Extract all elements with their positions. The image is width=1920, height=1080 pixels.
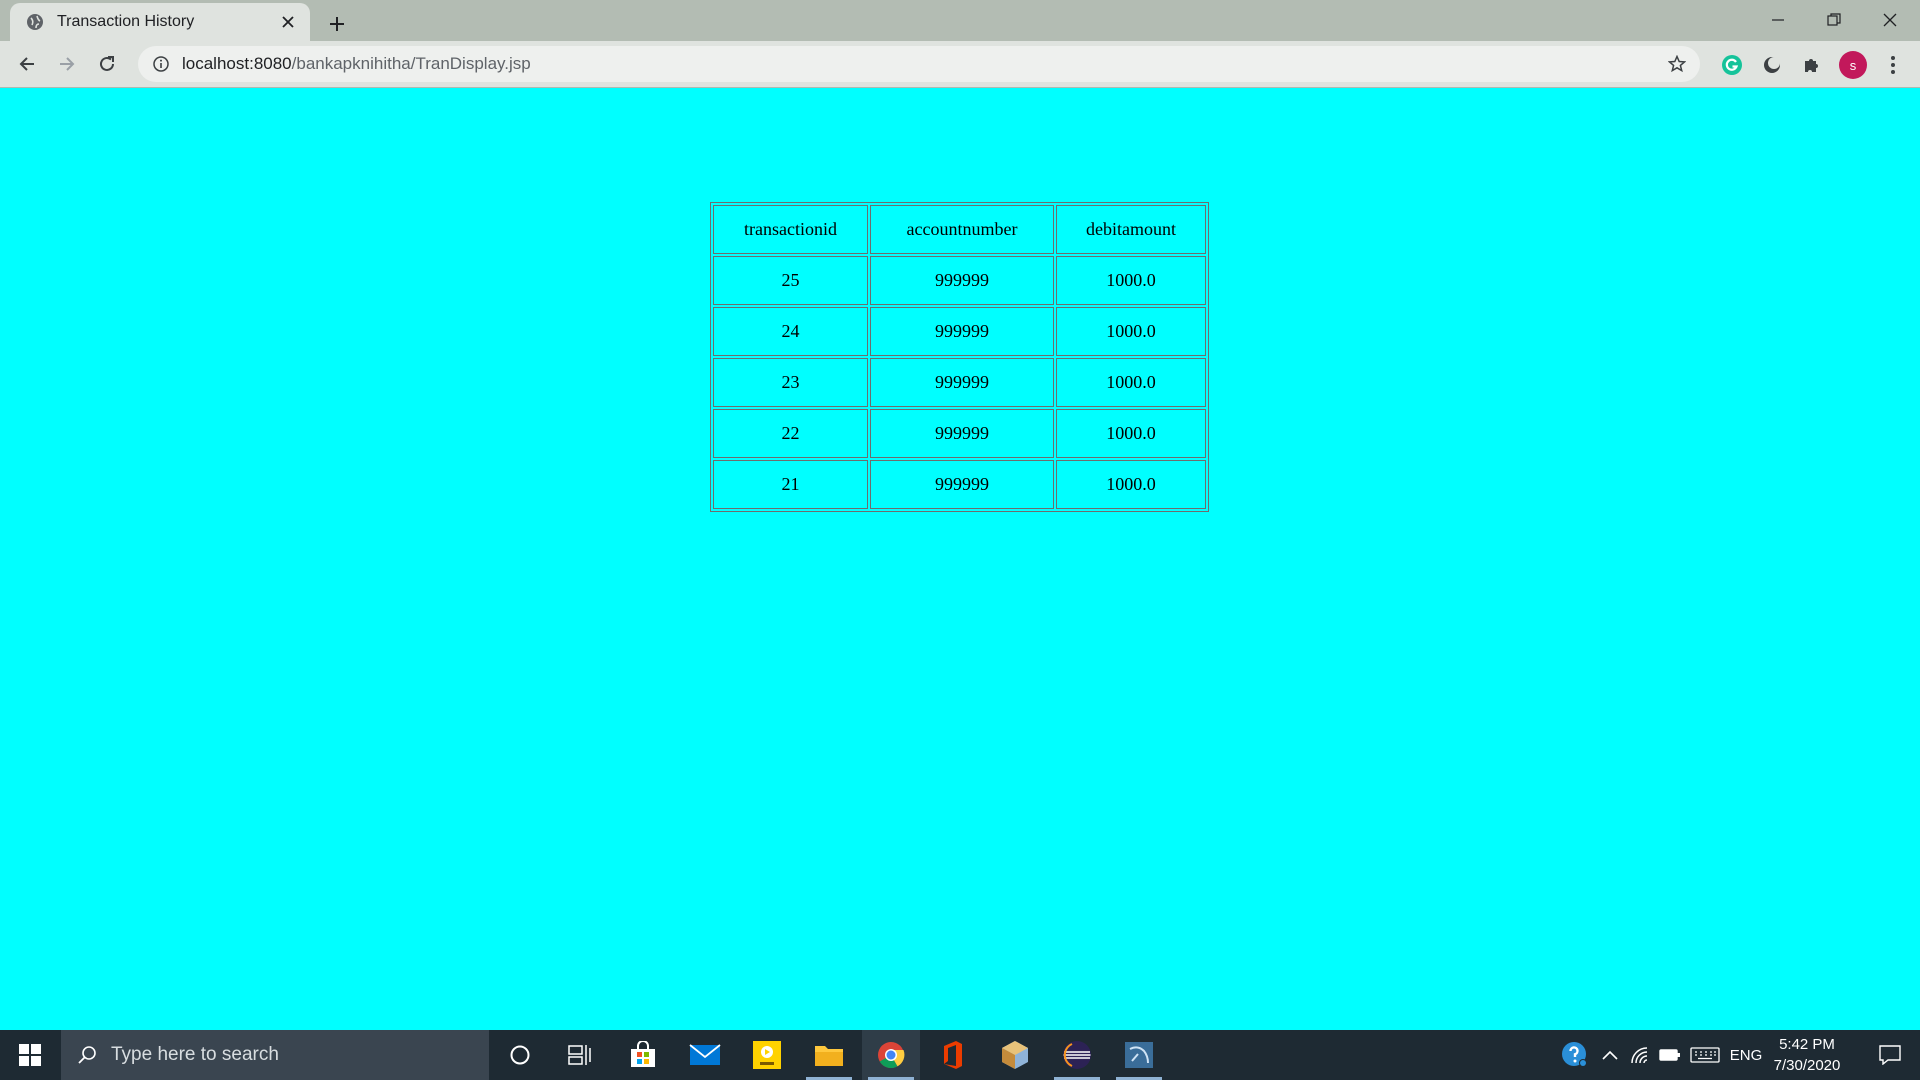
cell-debitamount: 1000.0	[1056, 256, 1206, 305]
notifications-icon[interactable]	[1864, 1030, 1916, 1080]
workbench-icon[interactable]	[1110, 1030, 1168, 1080]
back-button[interactable]	[10, 47, 44, 81]
table-header-row: transactionid accountnumber debitamount	[713, 205, 1206, 254]
url-host: localhost:8080	[182, 54, 292, 73]
cell-accountnumber: 999999	[870, 460, 1054, 509]
table-row: 21 999999 1000.0	[713, 460, 1206, 509]
taskbar-search-box[interactable]: Type here to search	[61, 1030, 489, 1080]
table-row: 22 999999 1000.0	[713, 409, 1206, 458]
start-button[interactable]	[0, 1030, 60, 1080]
site-info-icon[interactable]	[150, 53, 172, 75]
language-label: ENG	[1729, 1046, 1763, 1064]
new-tab-button[interactable]	[320, 7, 354, 41]
cell-transactionid: 23	[713, 358, 868, 407]
browser-tabstrip: Transaction History	[0, 0, 1920, 41]
task-view-icon[interactable]	[551, 1030, 609, 1080]
url-text: localhost:8080/bankapknihitha/TranDispla…	[182, 54, 531, 74]
dark-mode-extension-icon[interactable]	[1758, 51, 1786, 79]
extensions-puzzle-icon[interactable]	[1798, 51, 1826, 79]
search-placeholder: Type here to search	[111, 1044, 279, 1065]
cell-transactionid: 25	[713, 256, 868, 305]
table-row: 25 999999 1000.0	[713, 256, 1206, 305]
cell-transactionid: 21	[713, 460, 868, 509]
eclipse-icon[interactable]	[1048, 1030, 1106, 1080]
search-icon	[75, 1043, 99, 1067]
cortana-icon[interactable]	[491, 1030, 549, 1080]
browser-menu-icon[interactable]	[1880, 50, 1906, 80]
windows-logo-icon	[19, 1044, 41, 1066]
header-debitamount: debitamount	[1056, 205, 1206, 254]
header-transactionid: transactionid	[713, 205, 868, 254]
store-icon[interactable]	[614, 1030, 672, 1080]
profile-avatar[interactable]: s	[1839, 51, 1867, 79]
header-accountnumber: accountnumber	[870, 205, 1054, 254]
tab-close-icon[interactable]	[278, 12, 298, 32]
table-row: 23 999999 1000.0	[713, 358, 1206, 407]
page-content: transactionid accountnumber debitamount …	[0, 89, 1920, 1030]
transaction-table: transactionid accountnumber debitamount …	[710, 202, 1209, 512]
cell-accountnumber: 999999	[870, 256, 1054, 305]
battery-icon[interactable]	[1655, 1030, 1685, 1080]
cell-transactionid: 24	[713, 307, 868, 356]
close-window-button[interactable]	[1862, 0, 1918, 40]
windows-taskbar: Type here to search ENG 5:42 PM 7/30/202…	[0, 1030, 1920, 1080]
cell-accountnumber: 999999	[870, 409, 1054, 458]
restore-button[interactable]	[1806, 0, 1862, 40]
globe-icon	[24, 11, 46, 33]
taskbar-clock[interactable]: 5:42 PM 7/30/2020	[1764, 1030, 1850, 1080]
box-app-icon[interactable]	[986, 1030, 1044, 1080]
browser-tab-active[interactable]: Transaction History	[10, 3, 310, 41]
mail-icon[interactable]	[676, 1030, 734, 1080]
address-bar[interactable]: localhost:8080/bankapknihitha/TranDispla…	[138, 46, 1700, 82]
office-icon[interactable]	[924, 1030, 982, 1080]
bookmark-star-icon[interactable]	[1666, 53, 1688, 75]
help-icon[interactable]	[1558, 1030, 1592, 1080]
file-explorer-icon[interactable]	[800, 1030, 858, 1080]
url-path: /bankapknihitha/TranDisplay.jsp	[291, 54, 531, 73]
grammarly-extension-icon[interactable]	[1718, 51, 1746, 79]
show-hidden-icons-chevron-icon[interactable]	[1597, 1030, 1623, 1080]
reload-button[interactable]	[90, 47, 124, 81]
browser-toolbar: localhost:8080/bankapknihitha/TranDispla…	[0, 41, 1920, 88]
cell-debitamount: 1000.0	[1056, 460, 1206, 509]
table-row: 24 999999 1000.0	[713, 307, 1206, 356]
cell-debitamount: 1000.0	[1056, 307, 1206, 356]
minimize-button[interactable]	[1750, 0, 1806, 40]
touch-keyboard-icon[interactable]	[1688, 1030, 1722, 1080]
cell-debitamount: 1000.0	[1056, 409, 1206, 458]
cell-debitamount: 1000.0	[1056, 358, 1206, 407]
cell-accountnumber: 999999	[870, 307, 1054, 356]
clock-time: 5:42 PM	[1779, 1036, 1835, 1053]
cell-accountnumber: 999999	[870, 358, 1054, 407]
tab-title: Transaction History	[57, 13, 195, 30]
chrome-icon[interactable]	[862, 1030, 920, 1080]
cell-transactionid: 22	[713, 409, 868, 458]
clock-date: 7/30/2020	[1773, 1057, 1841, 1074]
player-icon[interactable]	[738, 1030, 796, 1080]
wifi-icon[interactable]	[1627, 1030, 1653, 1080]
language-indicator[interactable]: ENG	[1728, 1030, 1764, 1080]
forward-button[interactable]	[50, 47, 84, 81]
